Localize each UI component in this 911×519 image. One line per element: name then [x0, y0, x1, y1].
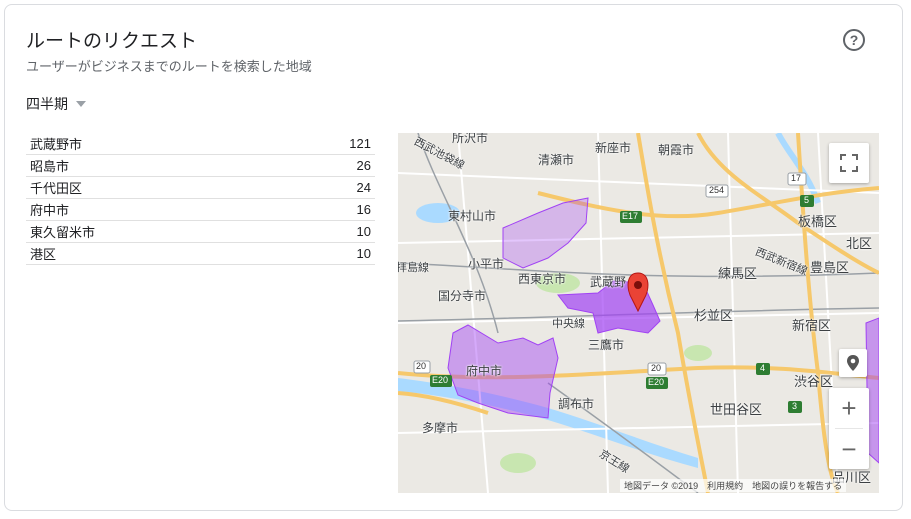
map-label: 練馬区: [718, 266, 758, 281]
map-label: 府中市: [466, 364, 503, 378]
table-row: 昭島市 26: [26, 155, 375, 177]
map-label: 西東京市: [518, 272, 567, 286]
region-higashikurume: [502, 197, 589, 269]
route-shield-label: E20: [648, 377, 665, 387]
map-label: 国分寺市: [438, 289, 487, 303]
region-count: 10: [356, 224, 371, 239]
map-label: 板橋区: [798, 214, 838, 229]
table-row: 武蔵野市 121: [26, 133, 375, 155]
route-shield-label: 20: [651, 363, 662, 373]
route-shield-label: 254: [709, 185, 725, 195]
zoom-in-button[interactable]: +: [829, 388, 869, 428]
map-label: 中央線: [552, 318, 585, 330]
region-table: 武蔵野市 121 昭島市 26 千代田区 24 府中市 16 東久留米市 10 港区 10: [26, 133, 375, 265]
route-shield-label: 20: [416, 361, 427, 371]
card-subtitle: ユーザーがビジネスまでのルートを検索した地域: [26, 59, 312, 74]
zoom-out-button[interactable]: −: [829, 429, 869, 469]
map-label: 朝霞市: [658, 143, 695, 157]
map-label: 杉並区: [694, 308, 734, 323]
card-title: ルートのリクエスト: [26, 31, 198, 52]
map-label: 拝島線: [398, 262, 429, 274]
region-map[interactable]: 254 17 E17 5 20 E20 20 E20 4 3 所沢市 西武池袋線…: [398, 133, 879, 493]
region-name: 昭島市: [30, 159, 70, 174]
region-count: 10: [356, 246, 371, 261]
fullscreen-icon: [840, 154, 858, 172]
map-attribution[interactable]: 地図データ ©2019 利用規約 地図の誤りを報告する: [620, 479, 847, 492]
map-label: 多摩市: [422, 421, 459, 435]
park-area: [500, 453, 536, 473]
table-row: 港区 10: [26, 243, 375, 265]
table-row: 東久留米市 10: [26, 221, 375, 243]
route-shield-label: E17: [622, 211, 639, 221]
region-count: 26: [356, 158, 371, 173]
map-label: 清瀬市: [538, 153, 575, 167]
map-canvas: [398, 133, 879, 493]
map-label: 武蔵野: [590, 275, 627, 289]
region-name: 港区: [30, 247, 57, 262]
table-row: 千代田区 24: [26, 177, 375, 199]
route-shield-label: E20: [432, 375, 449, 385]
region-name: 千代田区: [30, 181, 83, 196]
route-shield-label: 4: [760, 363, 766, 373]
street-view-button[interactable]: [839, 349, 867, 377]
map-pin-icon: [847, 355, 859, 371]
zoom-control: + −: [829, 388, 869, 469]
region-count: 16: [356, 202, 371, 217]
map-label: 小平市: [468, 257, 505, 271]
table-row: 府中市 16: [26, 199, 375, 221]
map-label: 三鷹市: [588, 338, 625, 352]
map-label: 所沢市: [452, 133, 489, 145]
region-name: 東久留米市: [30, 225, 96, 240]
period-dropdown[interactable]: 四半期: [26, 94, 86, 114]
map-label: 調布市: [558, 397, 595, 411]
region-name: 武蔵野市: [30, 137, 83, 152]
region-count: 121: [349, 136, 371, 151]
map-label: 世田谷区: [710, 402, 763, 417]
help-icon[interactable]: ?: [843, 29, 865, 51]
map-label: 新宿区: [792, 318, 832, 333]
region-count: 24: [356, 180, 371, 195]
route-shield-label: 17: [791, 173, 802, 183]
map-label: 渋谷区: [794, 374, 834, 389]
park-area: [684, 345, 712, 361]
region-name: 府中市: [30, 203, 70, 218]
chevron-down-icon: [76, 101, 86, 107]
map-label: 新座市: [595, 141, 632, 155]
route-shield-label: 5: [804, 195, 810, 205]
route-shield-label: 3: [792, 401, 798, 411]
map-label: 豊島区: [810, 260, 850, 275]
map-label: 東村山市: [448, 209, 497, 223]
map-label: 北区: [846, 236, 873, 251]
fullscreen-button[interactable]: [829, 143, 869, 183]
period-dropdown-label: 四半期: [26, 96, 68, 112]
